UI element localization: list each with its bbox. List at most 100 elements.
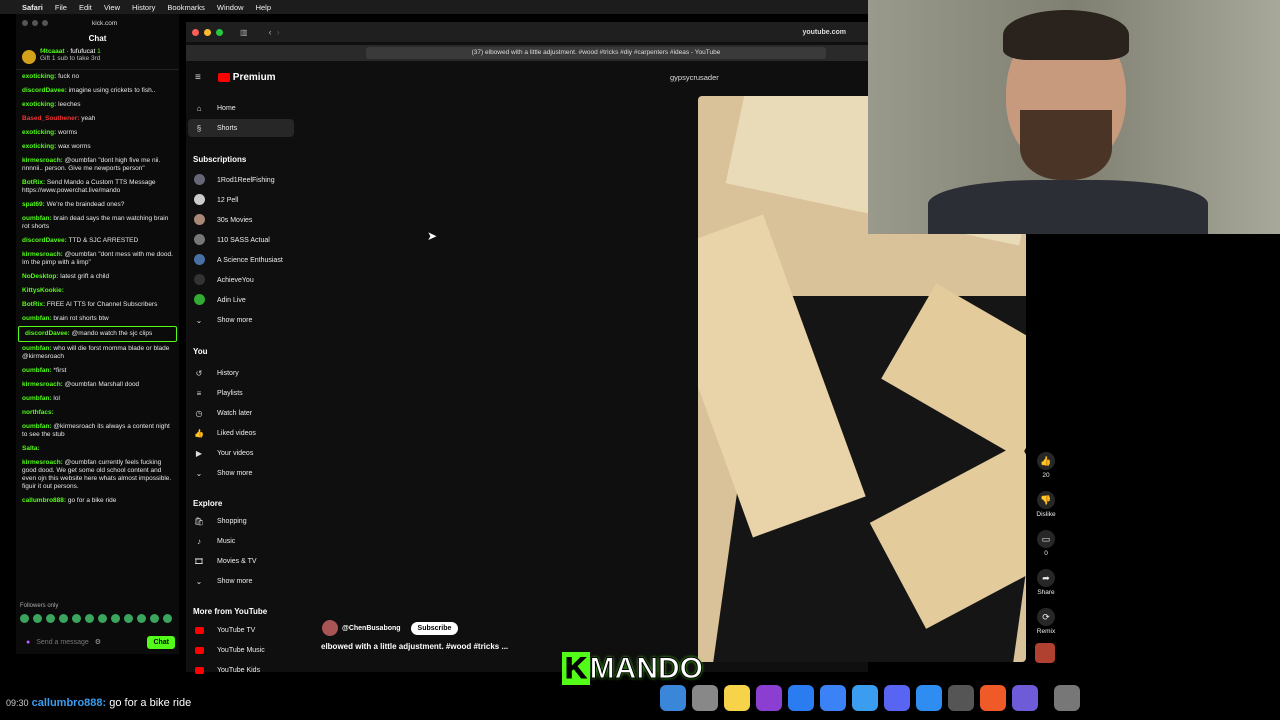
dislike-button[interactable]: 👎 Dislike [1036,491,1056,518]
emote-icon[interactable] [33,614,42,623]
chat-username[interactable]: kirmesroach: [22,381,63,388]
sidebar-item-history[interactable]: ↺ History [188,364,294,382]
gift-banner[interactable]: f4tcaaat · fufufucat 1 Gift 1 sub to tak… [16,46,179,70]
remix-button[interactable]: ⟳ Remix [1036,608,1056,635]
chat-username[interactable]: oumbfan: [22,315,52,322]
chat-username[interactable]: oumbfan: [22,215,52,222]
menu-history[interactable]: History [132,3,155,12]
sound-thumbnail[interactable] [1035,643,1055,663]
settings-icon[interactable]: ⚙ [95,638,101,646]
comments-button[interactable]: ▭ 0 [1036,530,1056,557]
emote-icon[interactable] [163,614,172,623]
back-icon[interactable]: ‹ [269,27,272,37]
chat-username[interactable]: kirmesroach: [22,251,63,258]
sidebar-item-your-videos[interactable]: ▶ Your videos [188,444,294,462]
iew-icon[interactable] [980,685,1006,711]
chat-username[interactable]: BotRix: [22,301,45,308]
podcasts-icon[interactable] [756,685,782,711]
sidebar-item-shorts[interactable]: § Shorts [188,119,294,137]
menu-file[interactable]: File [55,3,67,12]
sidebar-item-youtube-kids[interactable]: YouTube Kids [188,661,294,679]
mic-icon[interactable]: ● [26,639,30,646]
chat-username[interactable]: KittysKookie: [22,287,64,294]
window-zoom[interactable] [42,20,48,26]
finder-icon[interactable] [660,685,686,711]
emote-icon[interactable] [20,614,29,623]
sidebar-subscription[interactable]: Adin Live [188,291,294,309]
chat-username[interactable]: exoticking: [22,143,56,150]
zoom-button[interactable] [216,28,223,36]
more-from-youtube-heading[interactable]: More from YouTube [193,607,267,616]
chat-username[interactable]: callumbro888: [22,497,66,504]
messenger-icon[interactable] [820,685,846,711]
mail-icon[interactable] [852,685,878,711]
chat-username[interactable]: kirmesroach: [22,157,63,164]
chat-username[interactable]: oumbfan: [22,367,52,374]
chat-username[interactable]: exoticking: [22,129,56,136]
sidebar-item-home[interactable]: ⌂ Home [188,99,294,117]
show-more-explore[interactable]: ⌄ Show more [188,572,294,590]
menu-edit[interactable]: Edit [79,3,92,12]
show-more-subscriptions[interactable]: ⌄ Show more [188,311,294,329]
chat-username[interactable]: exoticking: [22,73,56,80]
address-bar[interactable]: youtube.com [802,29,846,36]
minimize-button[interactable] [204,28,211,36]
chat-username[interactable]: Salta: [22,445,40,452]
window-close[interactable] [22,20,28,26]
chat-username[interactable]: kirmesroach: [22,459,63,466]
subscribe-button[interactable]: Subscribe [410,621,459,635]
share-button[interactable]: ➦ Share [1036,569,1056,596]
active-tab[interactable]: (37) elbowed with a little adjustment. #… [366,47,826,59]
sidebar-item-shopping[interactable]: 🛍 Shopping [188,512,294,530]
sidebar-subscription[interactable]: 110 SASS Actual [188,231,294,249]
menu-app[interactable]: Safari [22,3,43,12]
chat-input[interactable]: Send a message [36,639,89,646]
hamburger-menu-icon[interactable]: ≡ [195,72,201,83]
short-title[interactable]: elbowed with a little adjustment. #wood … [321,642,508,651]
youtube-logo[interactable]: Premium [218,72,276,83]
chat-username[interactable]: BotRix: [22,179,45,186]
like-button[interactable]: 👍 20 [1036,452,1056,479]
menu-help[interactable]: Help [256,3,271,12]
short-channel-name[interactable]: @ChenBusabong [342,625,401,632]
emote-icon[interactable] [124,614,133,623]
sidebar-item-watch-later[interactable]: ◷ Watch later [188,404,294,422]
menu-view[interactable]: View [104,3,120,12]
subscriptions-heading[interactable]: Subscriptions [193,155,246,164]
chat-username[interactable]: discordDavee: [22,237,67,244]
emote-icon[interactable] [85,614,94,623]
sidebar-item-music[interactable]: ♪ Music [188,532,294,550]
trash-icon[interactable] [1054,685,1080,711]
emote-icon[interactable] [59,614,68,623]
emote-icon[interactable] [46,614,55,623]
chat-username[interactable]: discordDavee: [25,330,70,337]
sidebar-item-liked-videos[interactable]: 👍 Liked videos [188,424,294,442]
sidebar-subscription[interactable]: 12 Pell [188,191,294,209]
launchpad-icon[interactable] [1012,685,1038,711]
chat-username[interactable]: oumbfan: [22,423,52,430]
sidebar-subscription[interactable]: 1Rod1ReelFishing [188,171,294,189]
sidebar-item-youtube-tv[interactable]: YouTube TV [188,621,294,639]
emote-icon[interactable] [111,614,120,623]
chat-username[interactable]: exoticking: [22,101,56,108]
you-heading[interactable]: You [193,347,208,356]
chat-send-button[interactable]: Chat [147,635,175,649]
notes-icon[interactable] [724,685,750,711]
sidebar-item-youtube-music[interactable]: YouTube Music [188,641,294,659]
sidebar-subscription[interactable]: A Science Enthusiast [188,251,294,269]
settings-icon[interactable] [692,685,718,711]
chat-username[interactable]: spat69: [22,201,45,208]
menu-bookmarks[interactable]: Bookmarks [167,3,205,12]
channel-avatar[interactable] [322,620,338,636]
app-store-icon[interactable] [788,685,814,711]
emote-icon[interactable] [150,614,159,623]
sidebar-subscription[interactable]: 30s Movies [188,211,294,229]
sidebar-item-movies-tv[interactable]: 🎞 Movies & TV [188,552,294,570]
chat-username[interactable]: oumbfan: [22,395,52,402]
chat-username[interactable]: oumbfan: [22,345,52,352]
sidebar-subscription[interactable]: AchieveYou [188,271,294,289]
activity-monitor-icon[interactable] [948,685,974,711]
show-more-you[interactable]: ⌄ Show more [188,464,294,482]
chat-username[interactable]: Based_Southener: [22,115,79,122]
chat-username[interactable]: northfacs: [22,409,54,416]
